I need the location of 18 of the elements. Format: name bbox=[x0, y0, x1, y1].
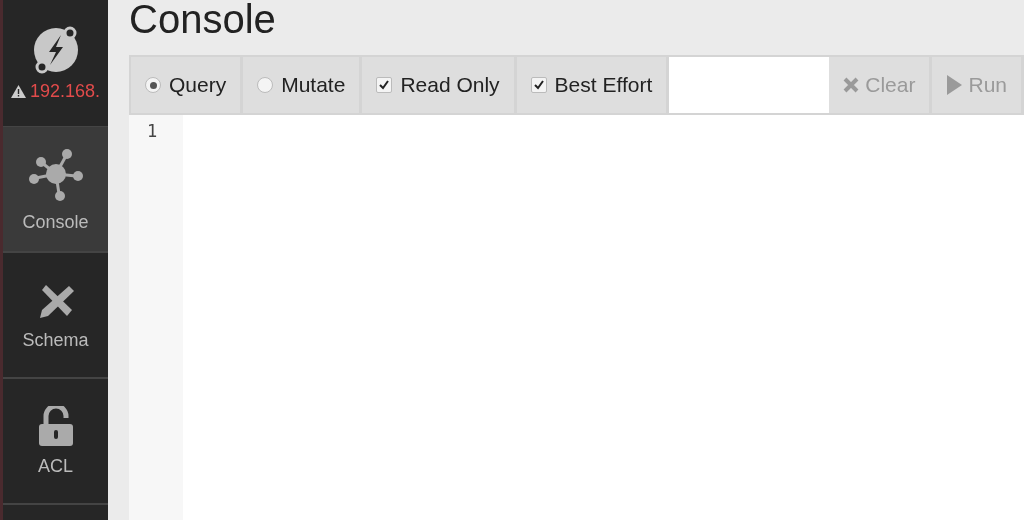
play-icon bbox=[946, 75, 963, 95]
nav-item[interactable]: Console bbox=[3, 127, 108, 253]
option-checkbox[interactable]: Best Effort bbox=[516, 57, 670, 113]
nav-item[interactable]: Schema bbox=[3, 253, 108, 379]
checkbox[interactable] bbox=[376, 77, 393, 93]
radio-button[interactable] bbox=[145, 77, 161, 93]
option-checkbox[interactable]: Read Only bbox=[362, 57, 517, 113]
code-editor[interactable]: 1 bbox=[129, 115, 1024, 520]
mode-radio[interactable]: Query bbox=[131, 57, 244, 113]
nav-item[interactable]: ACL bbox=[3, 379, 108, 505]
unlocked-padlock-icon bbox=[37, 405, 74, 446]
server-address: 192.168. bbox=[29, 80, 101, 102]
radio-button[interactable] bbox=[257, 77, 274, 93]
line-number: 1 bbox=[146, 121, 159, 141]
close-icon bbox=[843, 77, 860, 93]
checkbox[interactable] bbox=[530, 77, 547, 93]
page-title: Console bbox=[129, 0, 277, 43]
mode-radio[interactable]: Mutate bbox=[243, 57, 363, 113]
